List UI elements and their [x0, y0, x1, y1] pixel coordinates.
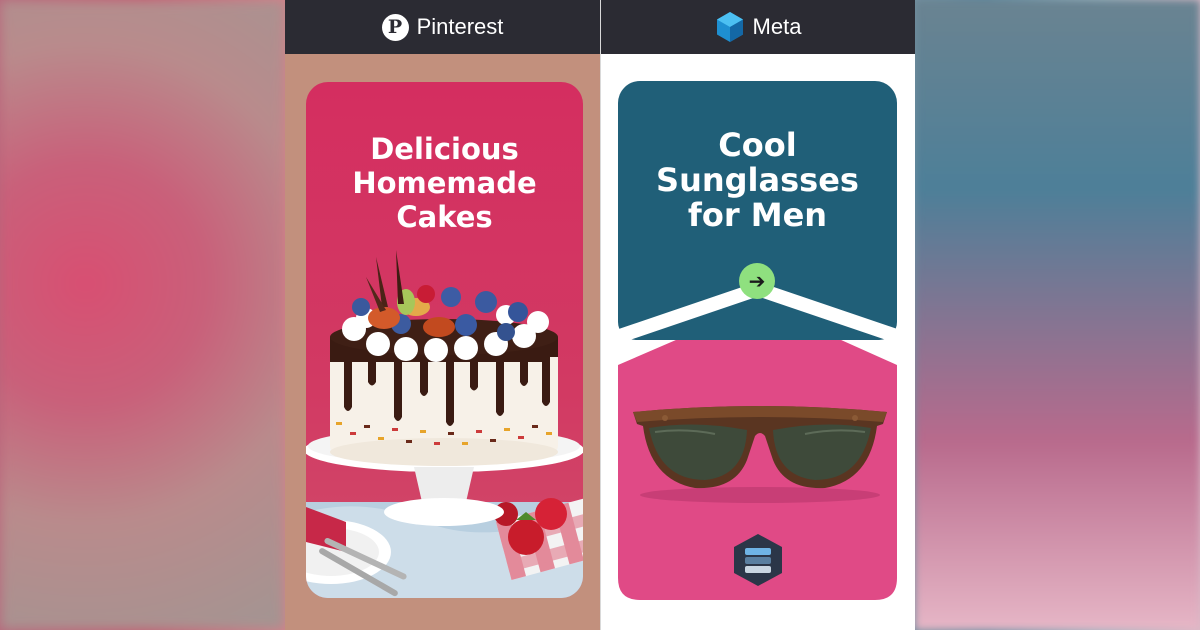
- meta-panel: Meta Cool Sunglasses for Men ➔: [601, 0, 915, 630]
- chocolate-drip-cake-photo: [306, 250, 583, 598]
- pinterest-brand-label: Pinterest: [416, 14, 504, 39]
- meta-brand-label: Meta: [752, 14, 802, 39]
- pinterest-panel: P Pinterest Delicious Homemade Cakes: [285, 0, 600, 630]
- blurred-background-left: [0, 0, 285, 630]
- stacked-layers-logo-icon: [734, 534, 782, 586]
- cake-pin-card[interactable]: Delicious Homemade Cakes: [306, 82, 583, 598]
- pinterest-icon: P: [381, 13, 409, 41]
- sunglasses-photo: [633, 406, 887, 503]
- arrow-right-icon[interactable]: ➔: [739, 263, 775, 299]
- meta-header: Meta: [601, 0, 915, 54]
- pinterest-header: P Pinterest: [285, 0, 600, 54]
- sunglasses-title: Cool Sunglasses for Men: [656, 126, 859, 234]
- blurred-background-right: [915, 0, 1200, 630]
- meta-icon: [716, 12, 743, 42]
